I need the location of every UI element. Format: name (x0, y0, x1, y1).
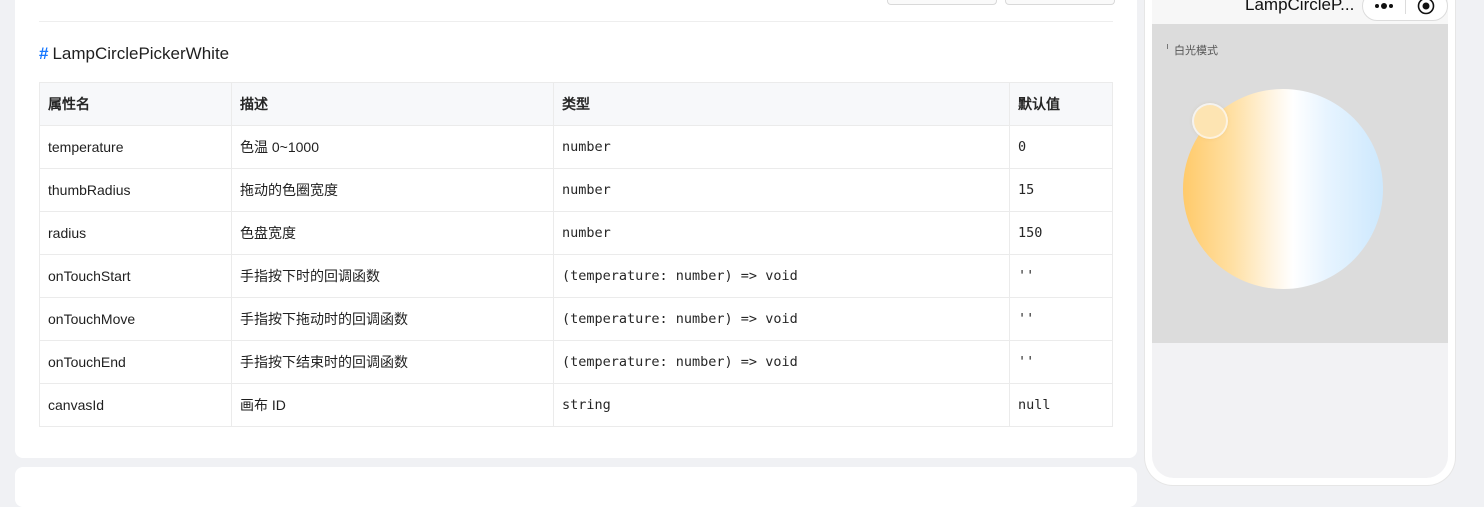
anchor-hash-link[interactable]: # (39, 44, 48, 63)
section-heading: # LampCirclePickerWhite (39, 44, 229, 64)
divider (39, 21, 1113, 22)
prop-description: 拖动的色圈宽度 (231, 168, 554, 212)
label-tick (1167, 44, 1168, 49)
prop-default: '' (1009, 254, 1113, 298)
table-header-row: 属性名 描述 类型 默认值 (39, 82, 1113, 126)
prop-name: canvasId (39, 383, 232, 427)
top-button-right[interactable] (1005, 0, 1115, 5)
phone-preview: LampCircleP... 白光模式 (1145, 0, 1455, 485)
mini-program-nav-bar: LampCircleP... (1152, 0, 1448, 24)
prop-type: number (553, 211, 1010, 255)
table-row: temperature 色温 0~1000 number 0 (39, 125, 1113, 169)
next-section-card (15, 467, 1137, 507)
top-button-left[interactable] (887, 0, 997, 5)
demo-mode-label: 白光模式 (1174, 45, 1218, 57)
prop-description: 手指按下拖动时的回调函数 (231, 297, 554, 341)
prop-type: (temperature: number) => void (553, 340, 1010, 384)
header-prop-name: 属性名 (39, 82, 232, 126)
phone-screen: LampCircleP... 白光模式 (1152, 0, 1448, 478)
prop-default: 15 (1009, 168, 1113, 212)
table-row: onTouchEnd 手指按下结束时的回调函数 (temperature: nu… (39, 340, 1113, 384)
prop-description: 色盘宽度 (231, 211, 554, 255)
prop-description: 画布 ID (231, 383, 554, 427)
record-close-icon[interactable] (1406, 0, 1448, 20)
more-dots-icon[interactable] (1363, 0, 1405, 20)
api-doc-card: # LampCirclePickerWhite 属性名 描述 类型 默认值 tem… (15, 0, 1137, 458)
nav-title: LampCircleP... (1245, 0, 1355, 14)
prop-type: (temperature: number) => void (553, 297, 1010, 341)
top-button-group (887, 0, 1115, 5)
table-row: onTouchStart 手指按下时的回调函数 (temperature: nu… (39, 254, 1113, 298)
header-default: 默认值 (1009, 82, 1113, 126)
prop-type: number (553, 125, 1010, 169)
prop-type: string (553, 383, 1010, 427)
prop-default: '' (1009, 297, 1113, 341)
prop-default: 0 (1009, 125, 1113, 169)
api-props-table: 属性名 描述 类型 默认值 temperature 色温 0~1000 numb… (39, 82, 1113, 427)
table-row: radius 色盘宽度 number 150 (39, 211, 1113, 255)
prop-default: null (1009, 383, 1113, 427)
table-row: canvasId 画布 ID string null (39, 383, 1113, 427)
prop-default: 150 (1009, 211, 1113, 255)
section-title: LampCirclePickerWhite (52, 44, 230, 63)
prop-name: radius (39, 211, 232, 255)
capsule-menu (1362, 0, 1448, 21)
table-row: onTouchMove 手指按下拖动时的回调函数 (temperature: n… (39, 297, 1113, 341)
prop-name: thumbRadius (39, 168, 232, 212)
prop-description: 手指按下结束时的回调函数 (231, 340, 554, 384)
header-description: 描述 (231, 82, 554, 126)
color-picker-thumb[interactable] (1194, 105, 1226, 137)
demo-area: 白光模式 (1152, 24, 1448, 343)
prop-type: (temperature: number) => void (553, 254, 1010, 298)
prop-type: number (553, 168, 1010, 212)
prop-name: onTouchEnd (39, 340, 232, 384)
prop-name: onTouchMove (39, 297, 232, 341)
table-row: thumbRadius 拖动的色圈宽度 number 15 (39, 168, 1113, 212)
prop-description: 色温 0~1000 (231, 125, 554, 169)
header-type: 类型 (553, 82, 1010, 126)
prop-name: onTouchStart (39, 254, 232, 298)
prop-default: '' (1009, 340, 1113, 384)
prop-description: 手指按下时的回调函数 (231, 254, 554, 298)
prop-name: temperature (39, 125, 232, 169)
